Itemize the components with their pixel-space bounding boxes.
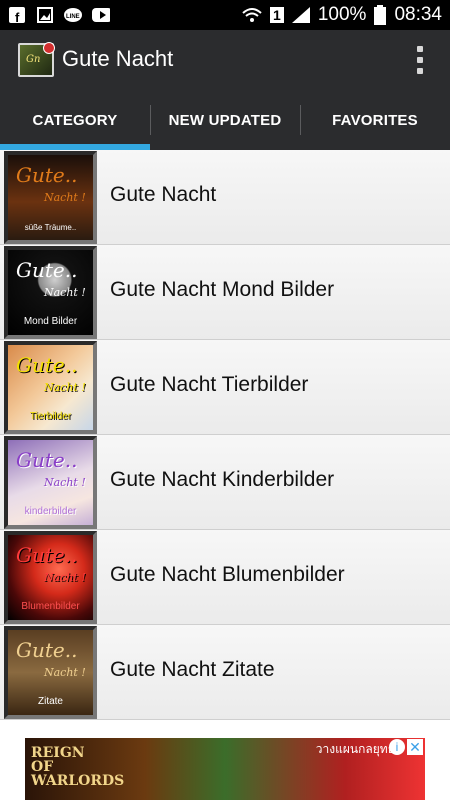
category-label: Gute Nacht Mond Bilder	[110, 278, 335, 301]
category-thumbnail: Gute.. Nacht ! kinderbilder	[4, 436, 97, 529]
category-thumbnail: Gute.. Nacht ! süße Träume..	[4, 151, 97, 244]
svg-text:LINE: LINE	[66, 14, 80, 20]
category-thumbnail: Gute.. Nacht ! Tierbilder	[4, 341, 97, 434]
ad-banner[interactable]: REIGN OF WARLORDS วางแผนกลยุทธ i ✕	[25, 738, 425, 800]
sim-badge: 1	[269, 7, 284, 23]
ad-logo: REIGN OF WARLORDS	[31, 745, 125, 789]
info-icon[interactable]: i	[389, 739, 405, 755]
app-title: Gute Nacht	[62, 46, 174, 71]
category-thumbnail: Gute.. Nacht ! Zitate	[4, 626, 97, 719]
line-icon: LINE	[64, 7, 82, 23]
signal-icon	[291, 0, 310, 30]
category-label: Gute Nacht Kinderbilder	[110, 468, 335, 491]
category-item-tierbilder[interactable]: Gute.. Nacht ! Tierbilder Gute Nacht Tie…	[0, 340, 450, 435]
battery-icon	[374, 0, 387, 30]
more-vert-icon[interactable]	[416, 46, 424, 74]
facebook-icon: f	[8, 7, 26, 23]
category-item-kinderbilder[interactable]: Gute.. Nacht ! kinderbilder Gute Nacht K…	[0, 435, 450, 530]
category-label: Gute Nacht	[110, 183, 217, 206]
tab-category[interactable]: CATEGORY	[0, 91, 150, 150]
tab-bar: CATEGORY NEW UPDATED FAVORITES	[0, 91, 450, 150]
category-label: Gute Nacht Zitate	[110, 658, 275, 681]
close-icon[interactable]: ✕	[407, 739, 423, 755]
svg-text:f: f	[15, 10, 20, 23]
image-icon	[36, 7, 54, 23]
status-bar: f LINE 1 100% 08:34	[0, 0, 450, 30]
category-item-zitate[interactable]: Gute.. Nacht ! Zitate Gute Nacht Zitate	[0, 625, 450, 720]
category-item-blumenbilder[interactable]: Gute.. Nacht ! Blumenbilder Gute Nacht B…	[0, 530, 450, 625]
wifi-icon	[242, 0, 262, 30]
youtube-icon	[92, 7, 110, 23]
category-label: Gute Nacht Tierbilder	[110, 373, 309, 396]
category-thumbnail: Gute.. Nacht ! Mond Bilder	[4, 246, 97, 339]
battery-percent: 100%	[317, 4, 367, 25]
category-list: Gute.. Nacht ! süße Träume.. Gute Nacht …	[0, 150, 450, 720]
category-label: Gute Nacht Blumenbilder	[110, 563, 345, 586]
category-item-gute-nacht[interactable]: Gute.. Nacht ! süße Träume.. Gute Nacht	[0, 150, 450, 245]
app-logo-icon: Gn	[18, 42, 55, 77]
clock: 08:34	[394, 4, 442, 25]
tab-new-updated[interactable]: NEW UPDATED	[150, 91, 300, 150]
category-thumbnail: Gute.. Nacht ! Blumenbilder	[4, 531, 97, 624]
tab-favorites[interactable]: FAVORITES	[300, 91, 450, 150]
ad-headline: วางแผนกลยุทธ	[315, 742, 395, 756]
app-bar: Gn Gute Nacht	[0, 30, 450, 91]
category-item-mond-bilder[interactable]: Gute.. Nacht ! Mond Bilder Gute Nacht Mo…	[0, 245, 450, 340]
